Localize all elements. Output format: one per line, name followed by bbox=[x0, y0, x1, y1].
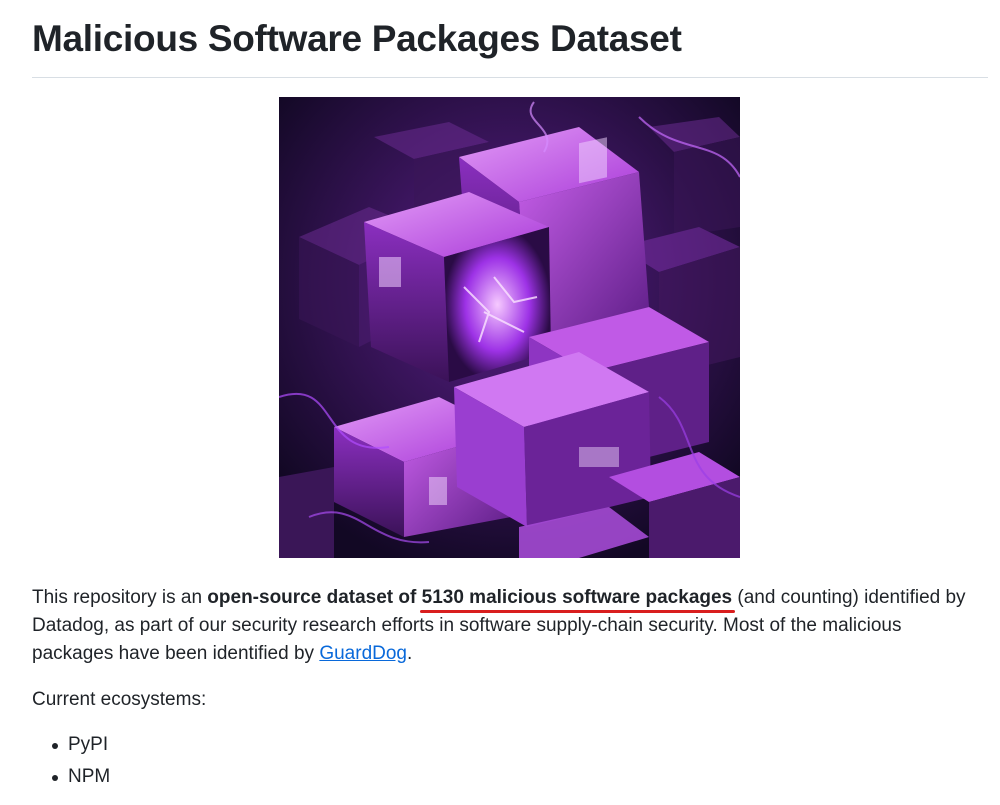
hero-image bbox=[279, 97, 740, 558]
intro-text-3: . bbox=[407, 643, 413, 664]
guarddog-link[interactable]: GuardDog bbox=[319, 643, 407, 664]
ecosystems-label: Current ecosystems: bbox=[32, 689, 207, 710]
malicious-packages-illustration-icon bbox=[279, 97, 740, 558]
ecosystems-list: PyPI NPM bbox=[32, 731, 110, 795]
intro-bold-text: open-source dataset of bbox=[207, 587, 422, 608]
title-divider bbox=[32, 77, 988, 78]
intro-text-1: This repository is an bbox=[32, 587, 208, 608]
list-item-pypi: PyPI bbox=[32, 731, 110, 763]
list-item-npm: NPM bbox=[32, 763, 110, 795]
intro-paragraph: This repository is an open-source datase… bbox=[32, 584, 972, 668]
page-title: Malicious Software Packages Dataset bbox=[32, 18, 682, 59]
highlighted-package-count: 5130 malicious software packages bbox=[421, 587, 733, 608]
